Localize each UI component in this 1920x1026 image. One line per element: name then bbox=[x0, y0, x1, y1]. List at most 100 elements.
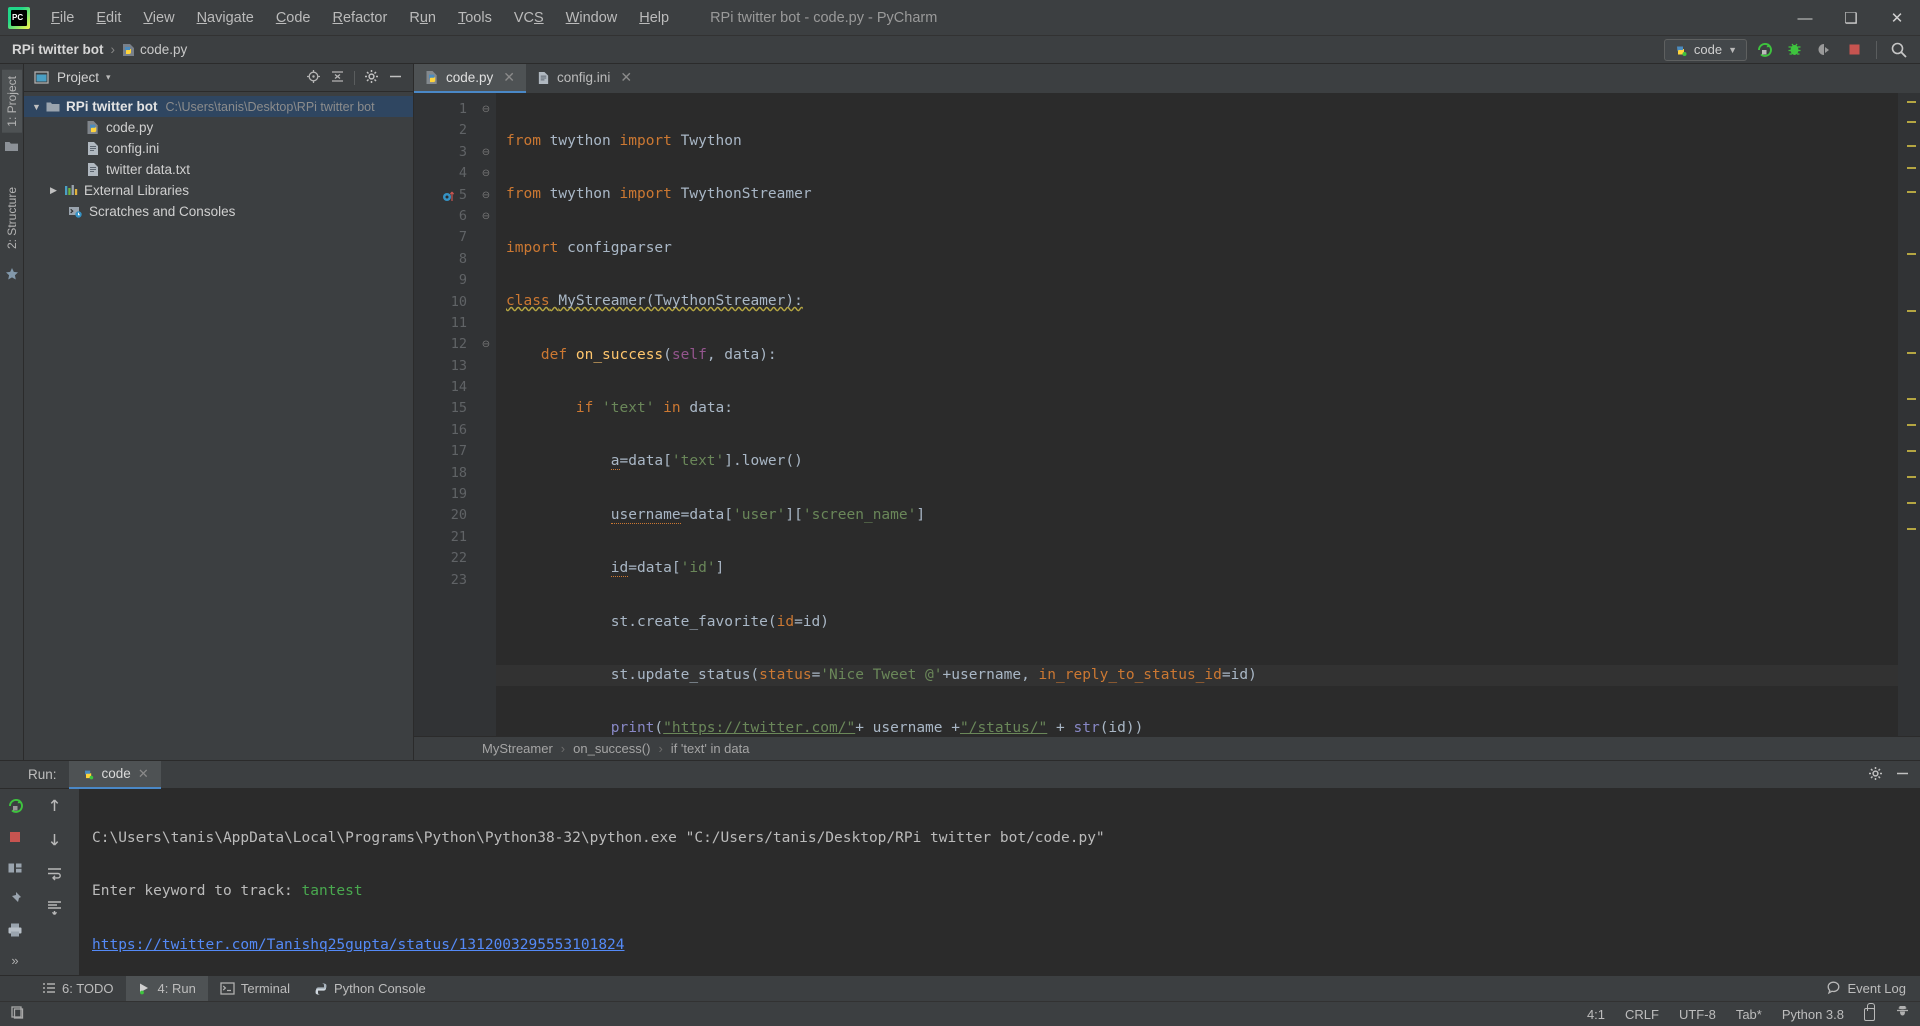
settings-gear-icon[interactable] bbox=[364, 69, 379, 87]
soft-wrap-icon[interactable] bbox=[46, 865, 63, 885]
code-text-area[interactable]: from twython import Twython from twython… bbox=[496, 93, 1898, 736]
stripe-mark[interactable] bbox=[1907, 310, 1916, 312]
expand-arrow-icon[interactable]: ▼ bbox=[32, 102, 46, 112]
stripe-mark[interactable] bbox=[1907, 398, 1916, 400]
code-folding-gutter[interactable]: ⊖ ⊖ ⊖ ⊖ ⊖ ⊖ bbox=[476, 93, 496, 736]
scroll-to-end-icon[interactable] bbox=[46, 899, 63, 919]
more-icon[interactable]: » bbox=[11, 953, 18, 968]
tree-item-code-py[interactable]: code.py bbox=[24, 117, 413, 138]
close-icon[interactable]: ✕ bbox=[620, 69, 632, 86]
layout-icon[interactable] bbox=[7, 860, 23, 879]
menu-edit[interactable]: Edit bbox=[85, 6, 132, 30]
stripe-mark[interactable] bbox=[1907, 121, 1916, 123]
hide-panel-icon[interactable] bbox=[388, 69, 403, 87]
down-arrow-icon[interactable] bbox=[46, 831, 63, 851]
stop-icon[interactable] bbox=[7, 829, 23, 848]
minimize-button[interactable]: — bbox=[1782, 0, 1828, 36]
fold-marker[interactable]: ⊖ bbox=[476, 185, 496, 206]
window-layout-icon[interactable] bbox=[10, 1005, 25, 1023]
close-icon[interactable]: ✕ bbox=[503, 69, 515, 86]
folder-icon[interactable] bbox=[4, 140, 19, 156]
menu-window[interactable]: Window bbox=[555, 6, 629, 30]
menu-help[interactable]: Help bbox=[628, 6, 680, 30]
structure-crumb-method[interactable]: on_success() bbox=[573, 741, 650, 756]
menu-view[interactable]: View bbox=[132, 6, 185, 30]
menu-file[interactable]: File bbox=[40, 6, 85, 30]
editor-tab-code-py[interactable]: code.py ✕ bbox=[414, 64, 527, 93]
menu-navigate[interactable]: Navigate bbox=[186, 6, 265, 30]
collapse-all-icon[interactable] bbox=[330, 69, 345, 87]
menu-run[interactable]: Run bbox=[398, 6, 447, 30]
run-console-output[interactable]: C:\Users\tanis\AppData\Local\Programs\Py… bbox=[80, 789, 1920, 1006]
print-icon[interactable] bbox=[7, 922, 23, 941]
stripe-mark[interactable] bbox=[1907, 502, 1916, 504]
editor-tab-config-ini[interactable]: config.ini ✕ bbox=[526, 64, 643, 93]
pin-icon[interactable] bbox=[7, 891, 23, 910]
run-icon[interactable] bbox=[1751, 38, 1777, 62]
menu-vcs[interactable]: VCS bbox=[503, 6, 555, 30]
favorites-icon[interactable] bbox=[5, 267, 19, 284]
menu-refactor[interactable]: Refactor bbox=[322, 6, 399, 30]
rerun-icon[interactable] bbox=[7, 797, 24, 817]
bottom-tab-terminal[interactable]: Terminal bbox=[208, 976, 302, 1002]
stripe-mark[interactable] bbox=[1907, 528, 1916, 530]
fold-marker[interactable]: ⊖ bbox=[476, 142, 496, 163]
locate-icon[interactable] bbox=[306, 69, 321, 87]
bottom-tab-todo[interactable]: 6: TODO bbox=[30, 976, 126, 1002]
breadcrumb-project[interactable]: RPi twitter bot bbox=[12, 42, 104, 57]
close-icon[interactable]: ✕ bbox=[138, 766, 149, 782]
settings-gear-icon[interactable] bbox=[1868, 766, 1883, 784]
tree-item-scratches-and-consoles[interactable]: Scratches and Consoles bbox=[24, 201, 413, 222]
stripe-mark[interactable] bbox=[1907, 352, 1916, 354]
file-encoding[interactable]: UTF-8 bbox=[1679, 1007, 1716, 1022]
sidebar-tab-project[interactable]: 1: Project bbox=[1, 70, 22, 133]
stripe-mark[interactable] bbox=[1907, 450, 1916, 452]
tree-item-project-root[interactable]: ▼ RPi twitter bot C:\Users\tanis\Desktop… bbox=[24, 96, 413, 117]
bottom-tab-run[interactable]: 4: Run bbox=[125, 975, 208, 1002]
breadcrumb-file[interactable]: code.py bbox=[122, 42, 187, 57]
tree-item-external-libraries[interactable]: ▶ External Libraries bbox=[24, 180, 413, 201]
tree-item-config-ini[interactable]: config.ini bbox=[24, 138, 413, 159]
caret-position[interactable]: 4:1 bbox=[1587, 1007, 1605, 1022]
menu-tools[interactable]: Tools bbox=[447, 6, 503, 30]
console-link[interactable]: https://twitter.com/Tanishq25gupta/statu… bbox=[92, 937, 625, 953]
run-tab-code[interactable]: code ✕ bbox=[68, 760, 161, 789]
menu-code[interactable]: Code bbox=[265, 6, 322, 30]
fold-marker[interactable]: ⊖ bbox=[476, 99, 496, 120]
python-interpreter[interactable]: Python 3.8 bbox=[1782, 1007, 1844, 1022]
fold-marker[interactable]: ⊖ bbox=[476, 334, 496, 355]
stripe-mark[interactable] bbox=[1907, 476, 1916, 478]
stripe-mark[interactable] bbox=[1907, 145, 1916, 147]
debug-icon[interactable] bbox=[1781, 38, 1807, 62]
error-stripe-gutter[interactable] bbox=[1898, 93, 1920, 736]
structure-crumb-statement[interactable]: if 'text' in data bbox=[671, 741, 750, 756]
collapse-arrow-icon[interactable]: ▶ bbox=[50, 185, 64, 196]
bottom-tab-python-console[interactable]: Python Console bbox=[302, 976, 438, 1002]
stripe-mark[interactable] bbox=[1907, 424, 1916, 426]
chevron-down-icon[interactable]: ▾ bbox=[106, 72, 111, 83]
sidebar-tab-structure[interactable]: 2: Structure bbox=[2, 181, 22, 255]
hide-panel-icon[interactable] bbox=[1895, 766, 1910, 784]
coverage-icon[interactable] bbox=[1811, 38, 1837, 62]
inspector-icon[interactable] bbox=[1895, 1005, 1910, 1023]
maximize-button[interactable]: ❑ bbox=[1828, 0, 1874, 36]
line-separator[interactable]: CRLF bbox=[1625, 1007, 1659, 1022]
stop-icon[interactable] bbox=[1841, 38, 1867, 62]
stripe-mark[interactable] bbox=[1907, 191, 1916, 193]
structure-crumb-class[interactable]: MyStreamer bbox=[482, 741, 553, 756]
close-button[interactable]: ✕ bbox=[1874, 0, 1920, 36]
fold-marker[interactable]: ⊖ bbox=[476, 206, 496, 227]
lock-icon[interactable] bbox=[1864, 1002, 1875, 1021]
tree-item-twitter-data-txt[interactable]: twitter data.txt bbox=[24, 159, 413, 180]
event-log-area[interactable]: Event Log bbox=[1826, 981, 1906, 996]
search-icon[interactable] bbox=[1886, 38, 1912, 62]
stripe-mark[interactable] bbox=[1907, 101, 1916, 103]
up-arrow-icon[interactable] bbox=[46, 797, 63, 817]
stripe-mark[interactable] bbox=[1907, 253, 1916, 255]
line-number-gutter[interactable]: 1 2 3 4 5 6 7 8 9 10 11 12 13 14 15 16 1… bbox=[414, 93, 476, 736]
fold-marker[interactable]: ⊖ bbox=[476, 163, 496, 184]
stripe-mark[interactable] bbox=[1907, 167, 1916, 169]
code-line: from twython import Twython bbox=[506, 133, 742, 149]
run-configuration-selector[interactable]: code ▼ bbox=[1663, 38, 1747, 61]
indent-setting[interactable]: Tab* bbox=[1736, 1007, 1762, 1022]
